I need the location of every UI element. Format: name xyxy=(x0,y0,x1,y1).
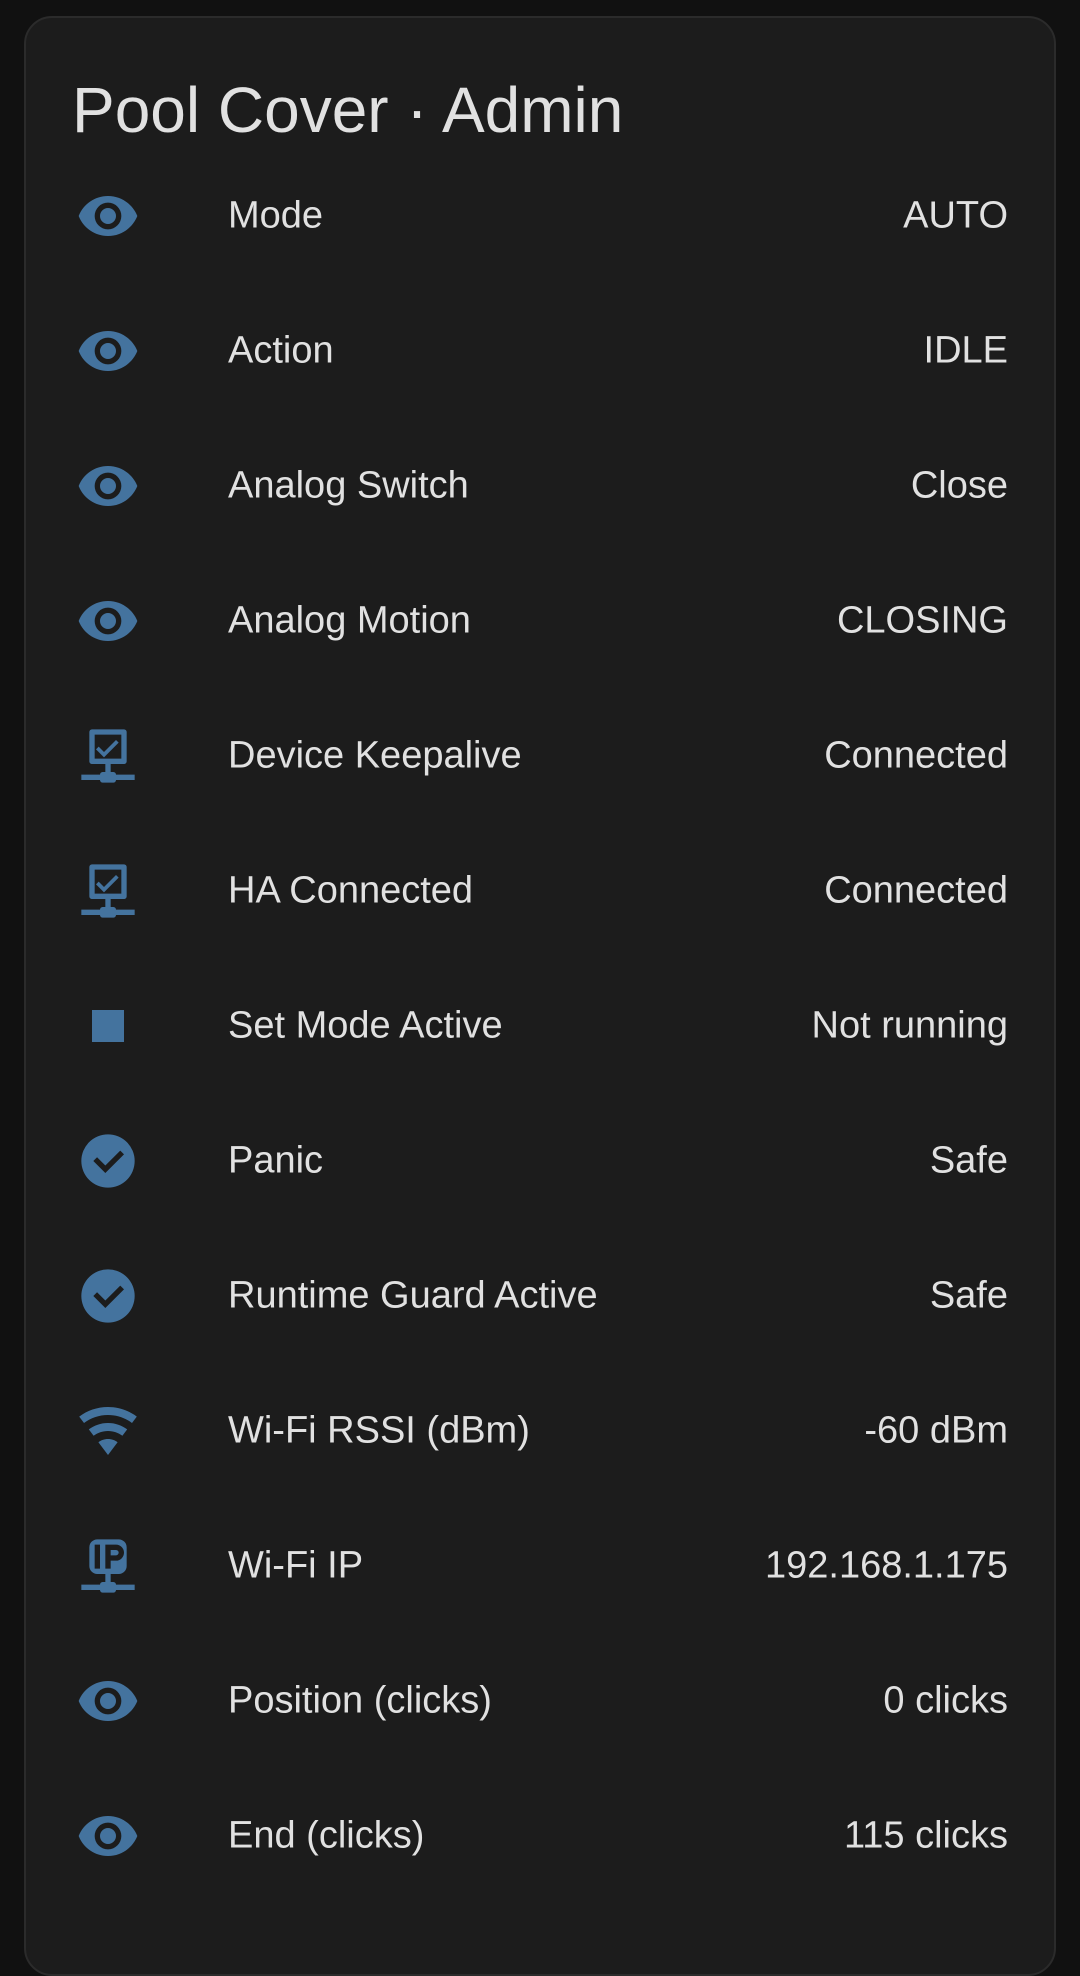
entity-label: Device Keepalive xyxy=(228,734,522,776)
entity-row-ha-connected[interactable]: HA Connected Connected xyxy=(26,823,1054,958)
entity-label: Analog Switch xyxy=(228,464,469,506)
eye-icon xyxy=(76,454,140,518)
entity-state: Connected xyxy=(824,734,1008,776)
eye-icon xyxy=(76,1669,140,1733)
entities-card: Pool Cover · Admin Mode AUTO Action IDLE… xyxy=(24,16,1056,1976)
check-circle-icon xyxy=(76,1264,140,1328)
lan-connect-icon xyxy=(76,859,140,923)
entity-row-analog-motion[interactable]: Analog Motion CLOSING xyxy=(26,553,1054,688)
eye-icon xyxy=(76,319,140,383)
eye-icon xyxy=(76,589,140,653)
entity-label: Panic xyxy=(228,1139,324,1181)
entity-label: End (clicks) xyxy=(228,1814,425,1856)
entity-row-position-clicks[interactable]: Position (clicks) 0 clicks xyxy=(26,1633,1054,1768)
entity-label: Wi-Fi IP xyxy=(228,1544,364,1586)
entity-row-set-mode-active[interactable]: Set Mode Active Not running xyxy=(26,958,1054,1093)
entity-state: CLOSING xyxy=(836,599,1008,641)
entity-state: 115 clicks xyxy=(843,1814,1008,1856)
stop-icon xyxy=(76,994,140,1058)
entity-state: -60 dBm xyxy=(864,1409,1008,1451)
entity-state: Safe xyxy=(929,1274,1008,1316)
entity-row-device-keepalive[interactable]: Device Keepalive Connected xyxy=(26,688,1054,823)
entity-state: Safe xyxy=(929,1139,1008,1181)
entity-row-wifi-ip[interactable]: Wi-Fi IP 192.168.1.175 xyxy=(26,1498,1054,1633)
lan-connect-icon xyxy=(76,724,140,788)
entity-row-action[interactable]: Action IDLE xyxy=(26,283,1054,418)
entity-row-mode[interactable]: Mode AUTO xyxy=(26,148,1054,283)
entity-label: Action xyxy=(228,329,334,371)
wifi-icon xyxy=(76,1399,140,1463)
eye-icon xyxy=(76,184,140,248)
ip-network-icon xyxy=(76,1534,140,1598)
entity-state: 0 clicks xyxy=(883,1679,1008,1721)
entity-row-analog-switch[interactable]: Analog Switch Close xyxy=(26,418,1054,553)
entity-row-wifi-rssi[interactable]: Wi-Fi RSSI (dBm) -60 dBm xyxy=(26,1363,1054,1498)
entity-state: IDLE xyxy=(923,329,1008,371)
card-title: Pool Cover · Admin xyxy=(72,74,624,146)
entity-row-end-clicks[interactable]: End (clicks) 115 clicks xyxy=(26,1768,1054,1903)
entity-label: Set Mode Active xyxy=(228,1004,503,1046)
entity-label: HA Connected xyxy=(228,869,474,911)
entity-state: Connected xyxy=(824,869,1008,911)
entity-state: Close xyxy=(910,464,1008,506)
entity-label: Position (clicks) xyxy=(228,1679,492,1721)
entity-state: Not running xyxy=(811,1004,1008,1046)
check-circle-icon xyxy=(76,1129,140,1193)
entity-row-panic[interactable]: Panic Safe xyxy=(26,1093,1054,1228)
entity-state: AUTO xyxy=(903,194,1008,236)
eye-icon xyxy=(76,1804,140,1868)
entity-label: Mode xyxy=(228,194,324,236)
entity-list: Mode AUTO Action IDLE Analog Switch Clos… xyxy=(26,148,1054,1903)
entity-label: Analog Motion xyxy=(228,599,471,641)
entity-label: Wi-Fi RSSI (dBm) xyxy=(228,1409,530,1451)
entity-label: Runtime Guard Active xyxy=(228,1274,598,1316)
entity-state: 192.168.1.175 xyxy=(764,1544,1008,1586)
entity-row-runtime-guard-active[interactable]: Runtime Guard Active Safe xyxy=(26,1228,1054,1363)
